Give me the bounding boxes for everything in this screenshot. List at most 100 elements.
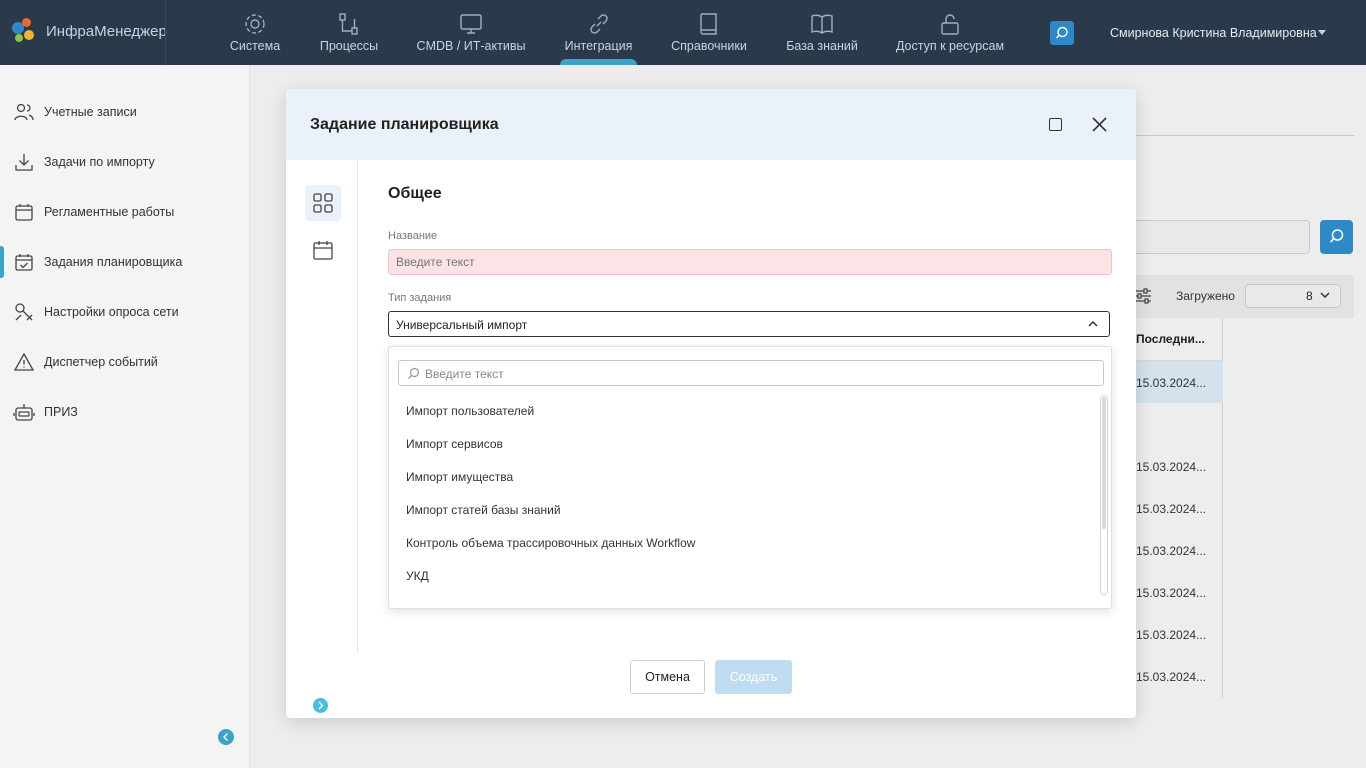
- sidebar-item-priz[interactable]: ПРИЗ: [0, 392, 250, 432]
- task-type-dropdown: Введите текст Импорт пользователей Импор…: [388, 346, 1112, 609]
- gear-icon: [245, 14, 265, 34]
- nav-integration[interactable]: Интеграция: [560, 0, 637, 65]
- sidebar-item-import-tasks[interactable]: Задачи по импорту: [0, 142, 250, 182]
- nav-cmdb[interactable]: CMDB / ИТ-активы: [414, 0, 528, 65]
- section-schedule-button[interactable]: [305, 232, 341, 268]
- column-header-last[interactable]: Последни...: [1136, 332, 1205, 346]
- dropdown-option[interactable]: Импорт пользователей: [406, 404, 534, 418]
- app-name: ИнфраМенеджер: [46, 22, 167, 40]
- dialog-header: Задание планировщика: [286, 89, 1136, 160]
- scheduler-task-dialog: Задание планировщика Общее Название Тип …: [286, 89, 1136, 718]
- top-navigation-bar: ИнфраМенеджер Система Процессы CMDB / ИТ…: [0, 0, 1366, 65]
- logo-icon: [10, 16, 40, 46]
- dialog-title: Задание планировщика: [310, 116, 499, 133]
- download-icon: [15, 154, 33, 171]
- sidebar-item-network-polling[interactable]: Настройки опроса сети: [0, 292, 250, 332]
- sidebar-item-accounts[interactable]: Учетные записи: [0, 92, 250, 132]
- app-logo[interactable]: ИнфраМенеджер: [10, 16, 167, 46]
- active-tab-indicator: [560, 59, 637, 65]
- sidebar-item-label: Диспетчер событий: [44, 355, 158, 369]
- dropdown-search-placeholder: Введите текст: [425, 367, 504, 381]
- nav-label: Система: [229, 39, 281, 53]
- sidebar-item-label: Задания планировщика: [44, 255, 183, 269]
- dropdown-option[interactable]: Импорт статей базы знаний: [406, 503, 561, 517]
- divider: [1136, 135, 1354, 136]
- scrollbar-thumb[interactable]: [1102, 397, 1106, 529]
- task-type-select[interactable]: Универсальный импорт: [388, 311, 1110, 337]
- table-cell[interactable]: 15.03.2024...: [1136, 376, 1206, 390]
- section-title: Общее: [388, 185, 442, 202]
- monitor-icon: [460, 14, 482, 34]
- network-tools-icon: [15, 303, 33, 321]
- section-general-button[interactable]: [305, 185, 341, 221]
- dropdown-scrollbar[interactable]: [1100, 395, 1108, 595]
- nav-label: CMDB / ИТ-активы: [416, 39, 526, 53]
- dropdown-option[interactable]: Импорт сервисов: [406, 437, 503, 451]
- sidebar-item-label: Учетные записи: [44, 105, 137, 119]
- name-input[interactable]: [388, 249, 1112, 275]
- expand-rail-button[interactable]: [313, 698, 328, 713]
- background-search-input[interactable]: [1120, 220, 1310, 254]
- nav-label: Интеграция: [564, 39, 633, 53]
- search-icon: [1055, 26, 1068, 39]
- sidebar-item-label: Регламентные работы: [44, 205, 175, 219]
- nav-label: Процессы: [319, 39, 379, 53]
- background-area: [1223, 318, 1354, 698]
- dropdown-option[interactable]: Импорт имущества: [406, 470, 513, 484]
- calendar-icon: [15, 204, 33, 221]
- loaded-label: Загружено: [1176, 289, 1235, 303]
- maximize-icon[interactable]: [1049, 118, 1062, 131]
- book-icon: [700, 13, 717, 35]
- chevron-right-icon: [318, 701, 324, 710]
- create-button[interactable]: Создать: [715, 660, 792, 694]
- calendar-icon: [313, 241, 333, 260]
- sidebar-item-label: ПРИЗ: [44, 405, 78, 419]
- divider: [165, 0, 166, 65]
- sidebar-item-scheduled-works[interactable]: Регламентные работы: [0, 192, 250, 232]
- sidebar-item-scheduler-tasks[interactable]: Задания планировщика: [0, 242, 250, 282]
- chevron-down-icon[interactable]: [1318, 30, 1326, 35]
- name-field-label: Название: [388, 230, 438, 242]
- open-book-icon: [811, 14, 833, 34]
- collapse-sidebar-button[interactable]: [218, 729, 234, 745]
- global-search-button[interactable]: [1050, 21, 1074, 45]
- nav-system[interactable]: Система: [222, 0, 288, 65]
- nav-knowledge-base[interactable]: База знаний: [784, 0, 860, 65]
- task-type-label: Тип задания: [388, 292, 452, 304]
- sidebar: Учетные записи Задачи по импорту Регламе…: [0, 65, 250, 768]
- search-icon: [408, 367, 420, 379]
- nav-directories[interactable]: Справочники: [668, 0, 750, 65]
- chevron-left-icon: [223, 733, 228, 741]
- table-cell[interactable]: 15.03.2024...: [1136, 502, 1206, 516]
- table-cell[interactable]: 15.03.2024...: [1136, 544, 1206, 558]
- process-icon: [339, 13, 358, 35]
- dialog-section-rail: [286, 160, 358, 713]
- nav-resource-access[interactable]: Доступ к ресурсам: [894, 0, 1006, 65]
- sidebar-item-label: Задачи по импорту: [44, 155, 155, 169]
- calendar-check-icon: [15, 254, 33, 271]
- chevron-up-icon[interactable]: [1086, 317, 1100, 331]
- grid-icon: [313, 193, 333, 213]
- warning-icon: [13, 352, 35, 371]
- table-cell[interactable]: 15.03.2024...: [1136, 670, 1206, 684]
- table-cell[interactable]: 15.03.2024...: [1136, 586, 1206, 600]
- user-name[interactable]: Смирнова Кристина Владимировна: [1110, 26, 1317, 40]
- nav-processes[interactable]: Процессы: [314, 0, 384, 65]
- sidebar-item-label: Настройки опроса сети: [44, 305, 179, 319]
- dropdown-option[interactable]: Контроль объема трассировочных данных Wo…: [406, 536, 695, 550]
- filter-settings-icon[interactable]: [1134, 287, 1152, 305]
- nav-label: Доступ к ресурсам: [895, 39, 1005, 53]
- table-cell[interactable]: 15.03.2024...: [1136, 628, 1206, 642]
- users-icon: [14, 103, 34, 121]
- dropdown-search-input[interactable]: Введите текст: [398, 360, 1104, 386]
- background-search-button[interactable]: [1320, 220, 1353, 254]
- page-size-value: 8: [1306, 289, 1313, 303]
- search-icon: [1329, 229, 1344, 243]
- close-icon[interactable]: [1091, 116, 1108, 133]
- cancel-button[interactable]: Отмена: [630, 660, 705, 694]
- robot-icon: [13, 404, 35, 421]
- link-icon: [589, 14, 608, 34]
- sidebar-item-event-dispatcher[interactable]: Диспетчер событий: [0, 342, 250, 382]
- dropdown-option[interactable]: УКД: [406, 569, 429, 583]
- table-cell[interactable]: 15.03.2024...: [1136, 460, 1206, 474]
